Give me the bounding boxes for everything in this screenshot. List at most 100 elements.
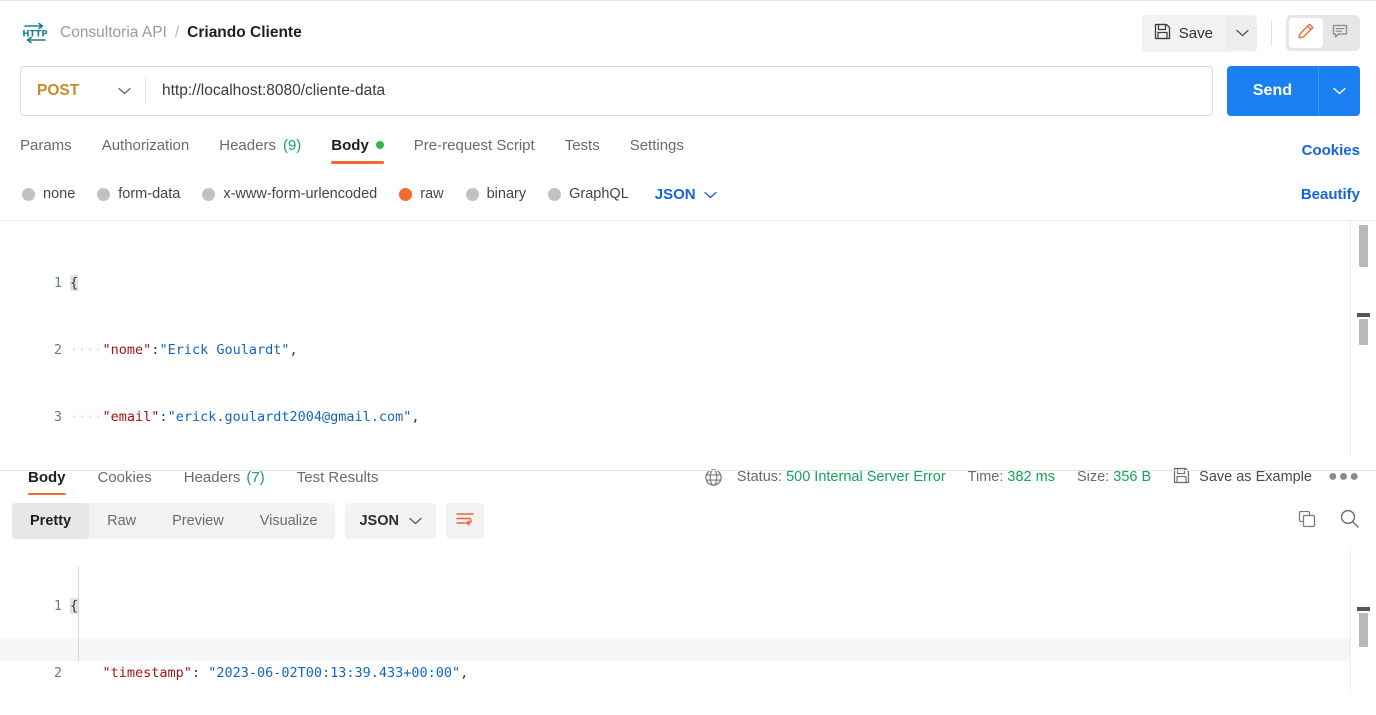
json-key: "timestamp" (102, 665, 192, 682)
body-type-urlencoded[interactable]: x-www-form-urlencoded (202, 186, 377, 202)
breadcrumb-request-name[interactable]: Criando Cliente (187, 24, 302, 42)
response-tab-headers-label: Headers (183, 469, 241, 486)
edit-mode-button[interactable] (1289, 18, 1323, 48)
save-as-example-label: Save as Example (1199, 469, 1312, 485)
response-format-selector[interactable]: JSON (345, 503, 436, 539)
word-wrap-icon (455, 511, 475, 532)
json-open-brace: { (70, 597, 79, 614)
body-type-none[interactable]: none (22, 186, 75, 202)
code-line: { (70, 272, 1350, 294)
json-value: "2023-06-02T00:13:39.433+00:00" (208, 665, 461, 682)
top-bar-actions: Save (1141, 14, 1360, 52)
response-body-viewer[interactable]: 1 2 3 4 5 6 { "timestamp": "2023-06-02T0… (0, 545, 1376, 693)
chevron-down-icon (118, 82, 131, 100)
response-tab-test-results[interactable]: Test Results (297, 459, 379, 495)
tab-headers[interactable]: Headers (9) (219, 137, 301, 164)
radio-icon (202, 187, 216, 201)
scrollbar-thumb[interactable] (1359, 613, 1368, 647)
response-view-raw[interactable]: Raw (89, 503, 154, 539)
body-type-graphql-label: GraphQL (569, 186, 629, 202)
json-key: "email" (102, 409, 160, 426)
body-modified-dot-icon (375, 141, 384, 149)
code-line: ····"email":"erick.goulardt2004@gmail.co… (70, 406, 1350, 428)
search-icon[interactable] (1339, 508, 1360, 534)
chevron-down-icon (703, 186, 717, 203)
response-view-pretty[interactable]: Pretty (12, 503, 90, 539)
response-tab-cookies[interactable]: Cookies (98, 459, 152, 495)
response-toolbar: Pretty Raw Preview Visualize JSON (0, 497, 1376, 545)
request-editor-gutter: 1 2 3 4 5 (0, 221, 62, 457)
tab-body[interactable]: Body (331, 137, 384, 164)
json-value: "Erick Goulardt" (159, 342, 290, 359)
body-type-binary[interactable]: binary (465, 186, 527, 202)
body-type-raw-label: raw (420, 186, 444, 202)
response-view-visualize[interactable]: Visualize (242, 503, 336, 539)
view-mode-toggle-group (1286, 15, 1360, 51)
tab-tests[interactable]: Tests (565, 137, 600, 164)
body-format-selector[interactable]: JSON (655, 186, 717, 203)
size-display: Size: 356 B (1077, 469, 1151, 485)
tab-authorization[interactable]: Authorization (102, 137, 190, 164)
breadcrumb-separator: / (174, 24, 180, 41)
tab-settings[interactable]: Settings (630, 137, 684, 164)
method-selector[interactable]: POST (21, 67, 145, 115)
code-line: ····"nome":"Erick Goulardt", (70, 339, 1350, 361)
body-type-binary-label: binary (486, 186, 527, 202)
copy-icon[interactable] (1297, 509, 1317, 534)
scrollbar-thumb-lower[interactable] (1359, 319, 1368, 345)
line-number: 2 (53, 342, 62, 359)
chevron-down-icon (1235, 24, 1249, 42)
url-input[interactable] (146, 67, 1212, 115)
response-tab-headers[interactable]: Headers (7) (184, 459, 265, 495)
body-type-urlencoded-label: x-www-form-urlencoded (223, 186, 378, 202)
method-label: POST (37, 82, 80, 99)
send-dropdown-button[interactable] (1318, 66, 1360, 116)
tab-pre-request-script[interactable]: Pre-request Script (414, 137, 535, 164)
comment-button[interactable] (1323, 18, 1357, 48)
body-format-label: JSON (654, 185, 696, 203)
response-view-toggle: Pretty Raw Preview Visualize (12, 503, 336, 539)
comment-icon (1331, 22, 1349, 45)
save-dropdown-button[interactable] (1227, 16, 1257, 50)
send-button[interactable]: Send (1226, 66, 1318, 116)
tab-params-label: Params (20, 136, 72, 154)
radio-selected-icon (399, 187, 413, 201)
tab-params[interactable]: Params (20, 137, 72, 164)
line-number: 1 (53, 274, 62, 291)
pencil-icon (1297, 22, 1315, 45)
response-view-preview[interactable]: Preview (154, 503, 242, 539)
save-button[interactable]: Save (1141, 14, 1227, 52)
json-open-brace: { (70, 274, 79, 291)
response-format-label: JSON (359, 513, 399, 529)
editor-right-rule (1350, 221, 1351, 457)
radio-icon (97, 187, 111, 201)
radio-icon (465, 187, 479, 201)
request-editor-content[interactable]: { ····"nome":"Erick Goulardt", ····"emai… (70, 227, 1350, 457)
tab-authorization-label: Authorization (101, 136, 190, 154)
beautify-link[interactable]: Beautify (1301, 186, 1360, 203)
tab-tests-label: Tests (564, 136, 600, 154)
body-type-form-data[interactable]: form-data (97, 186, 180, 202)
response-toolbar-actions (1297, 508, 1360, 534)
body-type-raw[interactable]: raw (399, 186, 444, 202)
scrollbar-thumb[interactable] (1359, 225, 1368, 267)
body-type-graphql[interactable]: GraphQL (548, 186, 629, 202)
request-tabs: Params Authorization Headers (9) Body Pr… (0, 132, 1376, 168)
tab-headers-count: (9) (282, 136, 302, 154)
cookies-link[interactable]: Cookies (1302, 142, 1360, 159)
toolbar-divider (1271, 20, 1272, 46)
request-body-editor[interactable]: 1 2 3 4 5 { ····"nome":"Erick Goulardt",… (0, 220, 1376, 457)
scrollbar-marker (1357, 313, 1370, 317)
word-wrap-toggle[interactable] (445, 503, 484, 539)
response-right-rule (1350, 545, 1351, 693)
json-colon: : (159, 409, 168, 426)
json-key: "nome" (102, 342, 152, 359)
body-type-options: none form-data x-www-form-urlencoded raw… (0, 180, 1376, 208)
indent-whitespace: ···· (70, 409, 103, 426)
line-number: 2 (53, 665, 62, 682)
request-editor-scrollbar[interactable] (1357, 221, 1370, 457)
breadcrumb-collection[interactable]: Consultoria API (60, 24, 167, 42)
code-line: "timestamp": "2023-06-02T00:13:39.433+00… (70, 662, 1350, 684)
response-tab-body[interactable]: Body (28, 459, 66, 495)
response-scrollbar[interactable] (1357, 545, 1370, 693)
